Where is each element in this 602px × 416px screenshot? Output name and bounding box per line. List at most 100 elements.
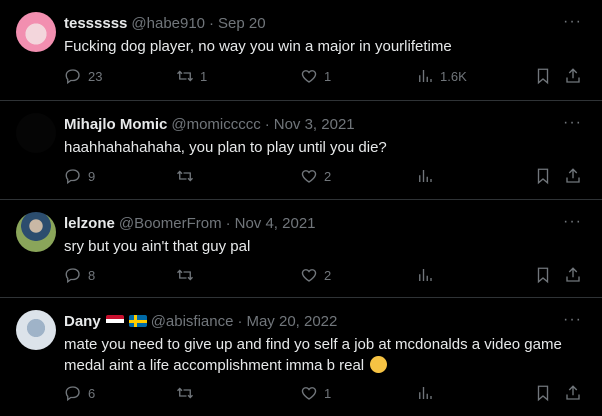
tweet[interactable]: lelzone @BoomerFrom · Nov 4, 2021 ··· sr… bbox=[0, 200, 602, 298]
retweet-icon bbox=[177, 70, 193, 82]
tweet-actions: 8 2 bbox=[64, 266, 586, 290]
separator-dot: · bbox=[209, 14, 215, 32]
views-icon bbox=[419, 387, 432, 399]
tweet-text: sry but you ain't that guy pal bbox=[64, 238, 251, 255]
share-icon bbox=[566, 168, 580, 183]
reply-icon bbox=[65, 69, 80, 85]
author-name[interactable]: Mihajlo Momic bbox=[64, 116, 167, 133]
more-icon[interactable]: ··· bbox=[563, 14, 582, 30]
tweet-header: lelzone @BoomerFrom · Nov 4, 2021 bbox=[64, 212, 586, 234]
views-button[interactable] bbox=[416, 266, 440, 284]
bookmark-button[interactable] bbox=[534, 266, 552, 284]
views-icon bbox=[419, 170, 432, 182]
tweet-date[interactable]: Nov 4, 2021 bbox=[235, 215, 316, 232]
tweet[interactable]: Dany @abisfiance · May 20, 2022 ··· mate… bbox=[0, 298, 602, 416]
share-icon bbox=[566, 68, 580, 83]
like-button[interactable]: 1 bbox=[300, 384, 331, 402]
bookmark-icon bbox=[537, 267, 549, 284]
author-handle[interactable]: @habe910 bbox=[131, 15, 205, 32]
author-name[interactable]: lelzone bbox=[64, 215, 115, 232]
reply-button[interactable]: 23 bbox=[64, 67, 102, 85]
like-count: 1 bbox=[324, 385, 332, 401]
author-handle[interactable]: @BoomerFrom bbox=[119, 215, 222, 232]
retweet-button[interactable] bbox=[176, 266, 200, 284]
bookmark-icon bbox=[537, 168, 549, 185]
tweet-actions: 6 1 bbox=[64, 384, 586, 408]
tweet[interactable]: Mihajlo Momic @momiccccc · Nov 3, 2021 ·… bbox=[0, 101, 602, 200]
retweet-button[interactable]: 1 bbox=[176, 67, 207, 85]
tweet-date[interactable]: May 20, 2022 bbox=[246, 313, 337, 330]
avatar[interactable] bbox=[16, 12, 56, 52]
reply-icon bbox=[65, 386, 80, 402]
avatar[interactable] bbox=[16, 212, 56, 252]
views-button[interactable]: 1.6K bbox=[416, 67, 467, 85]
reply-count: 23 bbox=[88, 68, 103, 84]
reply-icon bbox=[65, 268, 80, 284]
bookmark-button[interactable] bbox=[534, 67, 552, 85]
like-count: 2 bbox=[324, 168, 332, 184]
like-button[interactable]: 2 bbox=[300, 167, 331, 185]
reply-icon bbox=[65, 169, 80, 185]
views-icon bbox=[419, 70, 432, 82]
tweet-date[interactable]: Sep 20 bbox=[218, 15, 266, 32]
bookmark-icon bbox=[537, 385, 549, 402]
more-icon[interactable]: ··· bbox=[563, 312, 582, 328]
views-button[interactable] bbox=[416, 167, 440, 185]
author-name[interactable]: Dany bbox=[64, 313, 101, 330]
reply-button[interactable]: 6 bbox=[64, 384, 95, 402]
sweden-flag-icon bbox=[128, 315, 147, 327]
share-button[interactable] bbox=[564, 67, 582, 85]
iraq-flag-icon bbox=[105, 315, 124, 327]
separator-dot: · bbox=[237, 312, 243, 330]
tweet-feed: tessssss @habe910 · Sep 20 ··· Fucking d… bbox=[0, 0, 602, 416]
share-button[interactable] bbox=[564, 384, 582, 402]
tweet-date[interactable]: Nov 3, 2021 bbox=[274, 116, 355, 133]
tweet-body: mate you need to give up and find yo sel… bbox=[64, 334, 584, 376]
share-icon bbox=[566, 267, 580, 282]
retweet-icon bbox=[177, 269, 193, 281]
share-icon bbox=[566, 385, 580, 400]
like-icon bbox=[301, 269, 317, 282]
tweet-text: Fucking dog player, no way you win a maj… bbox=[64, 38, 452, 55]
tweet-header: tessssss @habe910 · Sep 20 bbox=[64, 12, 586, 34]
more-icon[interactable]: ··· bbox=[563, 115, 582, 131]
avatar[interactable] bbox=[16, 310, 56, 350]
retweet-icon bbox=[177, 170, 193, 182]
like-count: 1 bbox=[324, 68, 332, 84]
separator-dot: · bbox=[264, 115, 270, 133]
tweet-header: Mihajlo Momic @momiccccc · Nov 3, 2021 bbox=[64, 113, 586, 135]
reply-button[interactable]: 8 bbox=[64, 266, 95, 284]
author-handle[interactable]: @momiccccc bbox=[171, 116, 260, 133]
tweet-header: Dany @abisfiance · May 20, 2022 bbox=[64, 310, 586, 332]
avatar[interactable] bbox=[16, 113, 56, 153]
bookmark-icon bbox=[537, 68, 549, 85]
share-button[interactable] bbox=[564, 167, 582, 185]
views-count: 1.6K bbox=[440, 68, 467, 84]
retweet-button[interactable] bbox=[176, 167, 200, 185]
tweet-text: haahhahahahaha, you plan to play until y… bbox=[64, 139, 387, 156]
like-icon bbox=[301, 387, 317, 400]
author-handle[interactable]: @abisfiance bbox=[151, 313, 234, 330]
separator-dot: · bbox=[225, 214, 231, 232]
bookmark-button[interactable] bbox=[534, 384, 552, 402]
views-button[interactable] bbox=[416, 384, 440, 402]
author-name[interactable]: tessssss bbox=[64, 15, 127, 32]
retweet-icon bbox=[177, 387, 193, 399]
views-icon bbox=[419, 269, 432, 281]
share-button[interactable] bbox=[564, 266, 582, 284]
like-button[interactable]: 1 bbox=[300, 67, 331, 85]
like-icon bbox=[301, 70, 317, 83]
like-button[interactable]: 2 bbox=[300, 266, 331, 284]
like-count: 2 bbox=[324, 267, 332, 283]
retweet-button[interactable] bbox=[176, 384, 200, 402]
bookmark-button[interactable] bbox=[534, 167, 552, 185]
more-icon[interactable]: ··· bbox=[563, 214, 582, 230]
tweet[interactable]: tessssss @habe910 · Sep 20 ··· Fucking d… bbox=[0, 0, 602, 101]
reply-count: 8 bbox=[88, 267, 96, 283]
tweet-actions: 23 1 1 1.6K bbox=[64, 67, 586, 91]
loudly-crying-emoji-icon bbox=[370, 356, 388, 373]
retweet-count: 1 bbox=[200, 68, 208, 84]
tweet-text: mate you need to give up and find yo sel… bbox=[64, 336, 562, 374]
reply-button[interactable]: 9 bbox=[64, 167, 95, 185]
reply-count: 9 bbox=[88, 168, 96, 184]
